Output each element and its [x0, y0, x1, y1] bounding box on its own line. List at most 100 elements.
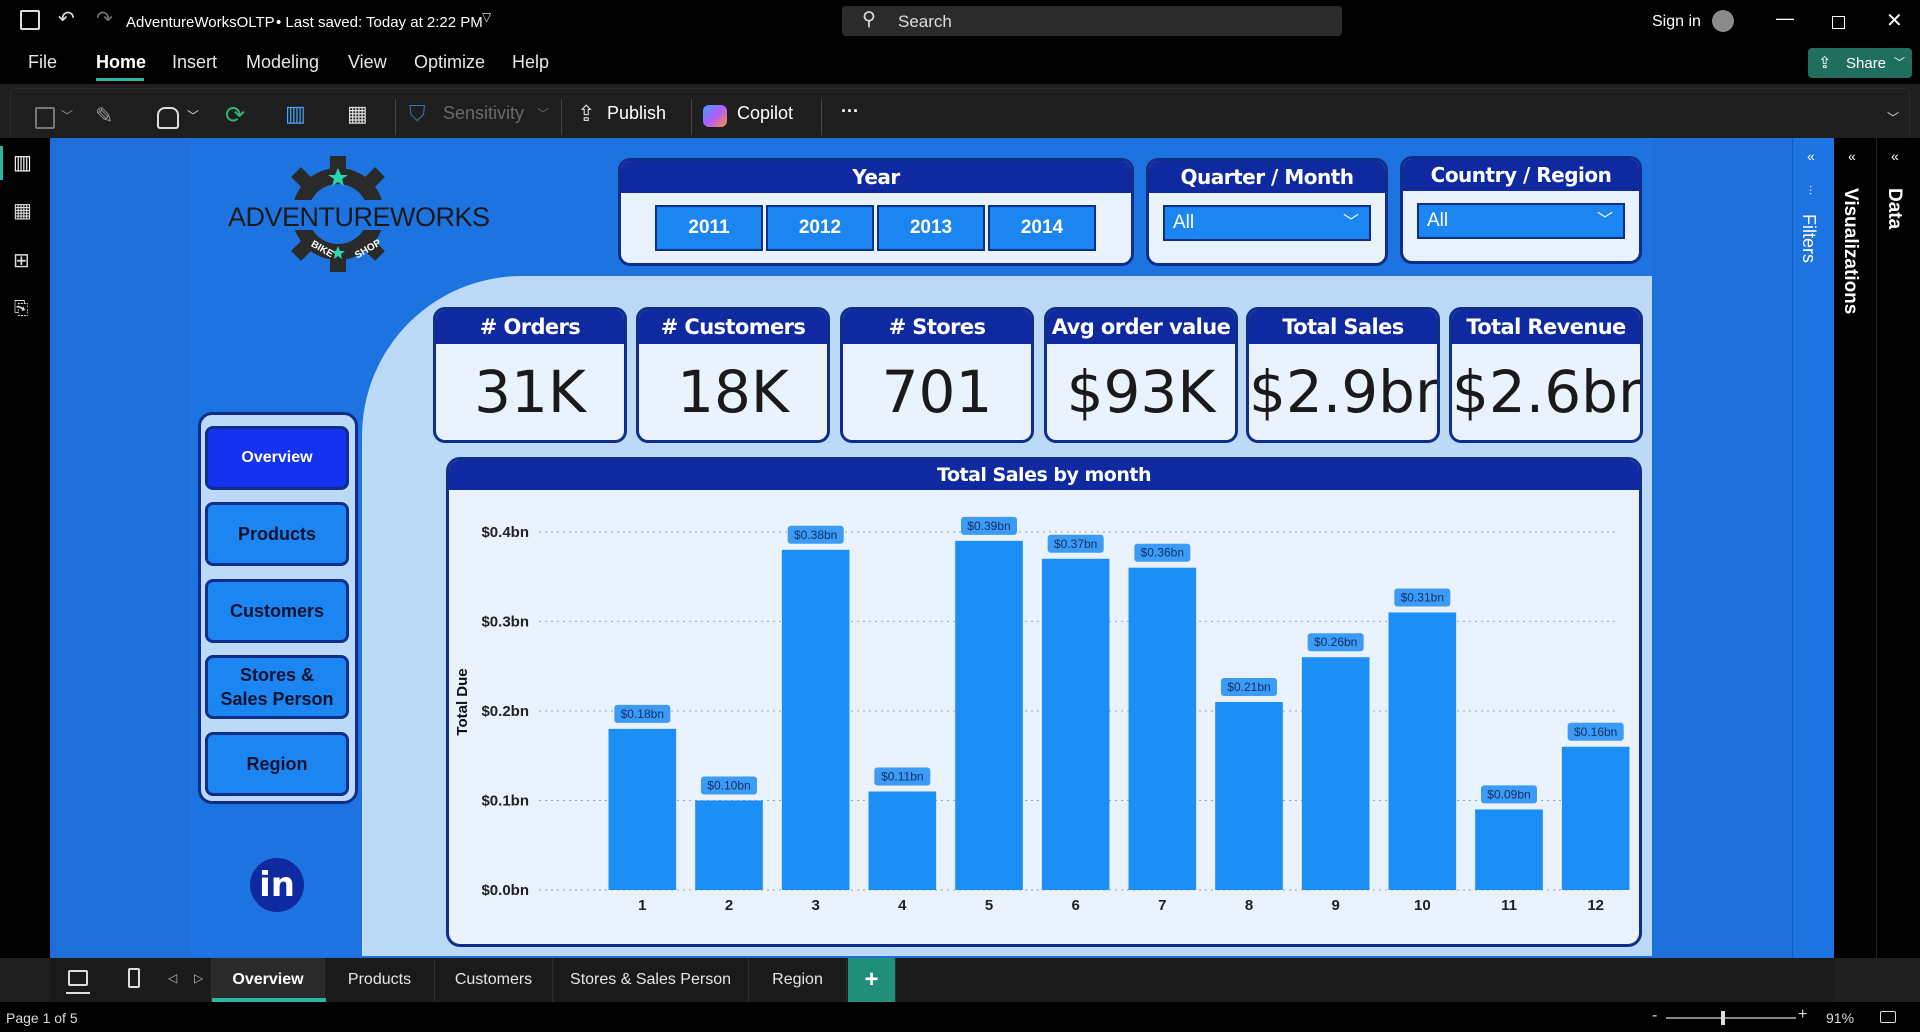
add-page-button[interactable]: + — [848, 958, 896, 1002]
y-tick-label: $0.3bn — [481, 613, 529, 630]
x-tick-label: 2 — [725, 897, 733, 914]
page-tab-products[interactable]: Products — [325, 958, 435, 1002]
linkedin-icon[interactable]: in — [250, 858, 304, 912]
x-tick-label: 11 — [1501, 897, 1517, 914]
year-option-2013[interactable]: 2013 — [877, 205, 985, 251]
chevron-down-icon: ﹀ — [1894, 57, 1905, 69]
year-option-2014[interactable]: 2014 — [988, 205, 1096, 251]
menu-insert[interactable]: Insert — [172, 52, 217, 73]
zoom-slider[interactable] — [1666, 1011, 1796, 1025]
chevron-left-icon[interactable]: « — [1891, 148, 1899, 164]
nav-button-customers[interactable]: Customers — [205, 579, 349, 643]
ribbon-divider — [691, 99, 692, 135]
chevron-down-icon: ﹀ — [537, 107, 550, 121]
nav-button-products[interactable]: Products — [205, 502, 349, 566]
bar — [695, 800, 763, 890]
zoom-in-icon[interactable]: + — [1798, 1006, 1807, 1024]
sign-in-link[interactable]: Sign in — [1652, 13, 1701, 31]
previous-page-icon[interactable]: ◁ — [168, 971, 177, 985]
kpi-total-sales: Total Sales $2.9bn — [1246, 307, 1440, 443]
x-tick-label: 8 — [1245, 897, 1253, 914]
next-page-icon[interactable]: ▷ — [194, 971, 203, 985]
page-tab-region[interactable]: Region — [749, 958, 847, 1002]
y-tick-label: $0.2bn — [481, 703, 529, 720]
data-label: $0.09bn — [1487, 787, 1530, 801]
kpi-total-sales-value: $2.9bn — [1249, 358, 1440, 426]
dax-query-view-icon[interactable]: ⎘ — [14, 298, 28, 319]
data-label: $0.10bn — [707, 778, 750, 792]
nav-button-stores-sales-person[interactable]: Stores & Sales Person — [205, 655, 349, 719]
publish-icon[interactable]: ⇪ — [577, 101, 595, 127]
get-data-icon[interactable] — [157, 107, 179, 129]
share-icon: ⇪ — [1818, 55, 1832, 72]
menu-help[interactable]: Help — [512, 52, 549, 73]
filters-pane[interactable]: « ⫶ Filters — [1792, 138, 1834, 958]
chevron-down-icon: ﹀ — [1596, 212, 1613, 229]
x-tick-label: 1 — [638, 897, 646, 914]
kpi-orders-value: 31K — [474, 358, 586, 426]
copilot-button[interactable]: Copilot — [737, 103, 793, 124]
filter-icon: ⫶ — [1809, 184, 1813, 198]
collapse-ribbon-icon[interactable]: ﹀ — [1887, 109, 1899, 126]
nav-button-overview[interactable]: Overview — [205, 426, 349, 490]
menu-file[interactable]: File — [28, 52, 57, 73]
close-icon[interactable]: ✕ — [1886, 8, 1903, 33]
page-tab-overview[interactable]: Overview — [211, 958, 326, 1002]
visualizations-label: Visualizations — [1840, 188, 1861, 315]
right-panes: « ⫶ Filters « Visualizations « Data — [1792, 138, 1920, 958]
copilot-icon[interactable] — [703, 105, 727, 127]
year-option-2011[interactable]: 2011 — [655, 205, 763, 251]
page-tab-stores-sales-person[interactable]: Stores & Sales Person — [553, 958, 749, 1002]
data-label: $0.11bn — [881, 770, 924, 784]
search-box[interactable]: ⚲ Search — [842, 6, 1342, 36]
bar — [1041, 558, 1110, 890]
mobile-layout-icon[interactable] — [128, 968, 140, 988]
menu-home[interactable]: Home — [96, 52, 146, 73]
format-painter-icon[interactable]: ✎ — [95, 103, 113, 129]
share-button[interactable]: ⇪ Share ﹀ — [1808, 48, 1912, 78]
country-region-dropdown[interactable]: All ﹀ — [1417, 203, 1625, 239]
year-slicer: Year 2011 2012 2013 2014 — [618, 158, 1134, 266]
visualizations-pane[interactable]: « Visualizations — [1834, 138, 1876, 958]
view-switcher: ▥ ▦ ⊞ ⎘ — [0, 138, 50, 958]
maximize-icon[interactable] — [1832, 16, 1845, 29]
chevron-left-icon[interactable]: « — [1807, 148, 1815, 164]
menu-modeling[interactable]: Modeling — [246, 52, 319, 73]
model-view-icon[interactable]: ⊞ — [13, 248, 30, 273]
page-tab-customers[interactable]: Customers — [435, 958, 553, 1002]
data-label: $0.37bn — [1054, 537, 1097, 551]
redo-icon[interactable]: ↷ — [96, 6, 113, 31]
kpi-stores: # Stores 701 — [840, 307, 1034, 443]
page-tab-overview-label: Overview — [232, 971, 304, 988]
account-icon[interactable] — [1712, 10, 1734, 32]
kpi-avg-order-value: Avg order value $93K — [1044, 307, 1238, 443]
nav-button-region[interactable]: Region — [205, 732, 349, 796]
paste-icon[interactable] — [35, 107, 55, 129]
ribbon-divider — [395, 99, 396, 135]
bar — [1301, 657, 1370, 890]
new-visual-icon[interactable]: ▥ — [285, 101, 306, 127]
menu-view[interactable]: View — [348, 52, 387, 73]
data-pane[interactable]: « Data — [1876, 138, 1920, 958]
desktop-layout-icon[interactable] — [68, 970, 88, 986]
zoom-slider-thumb[interactable] — [1721, 1011, 1725, 1025]
fit-to-page-icon[interactable] — [1880, 1011, 1896, 1023]
refresh-icon[interactable]: ⟳ — [225, 101, 245, 130]
chevron-left-icon[interactable]: « — [1848, 148, 1856, 164]
menu-optimize[interactable]: Optimize — [414, 52, 485, 73]
table-view-icon[interactable]: ▦ — [13, 198, 32, 223]
quarter-month-dropdown[interactable]: All ﹀ — [1163, 205, 1371, 241]
zoom-out-icon[interactable]: - — [1652, 1007, 1657, 1025]
bar — [1388, 612, 1457, 890]
chevron-down-icon[interactable]: ﹀ — [61, 107, 73, 124]
chevron-down-icon[interactable]: ﹀ — [187, 107, 199, 124]
minimize-icon[interactable]: — — [1776, 8, 1794, 29]
calculator-icon[interactable]: ▦ — [347, 101, 368, 127]
undo-icon[interactable]: ↶ — [58, 6, 75, 31]
chevron-down-icon[interactable]: ▽ — [482, 10, 491, 24]
save-icon[interactable] — [20, 10, 40, 30]
year-option-2012[interactable]: 2012 — [766, 205, 874, 251]
publish-button[interactable]: Publish — [607, 103, 666, 124]
more-options-button[interactable]: ··· — [841, 101, 859, 122]
report-view-icon[interactable]: ▥ — [13, 150, 32, 175]
